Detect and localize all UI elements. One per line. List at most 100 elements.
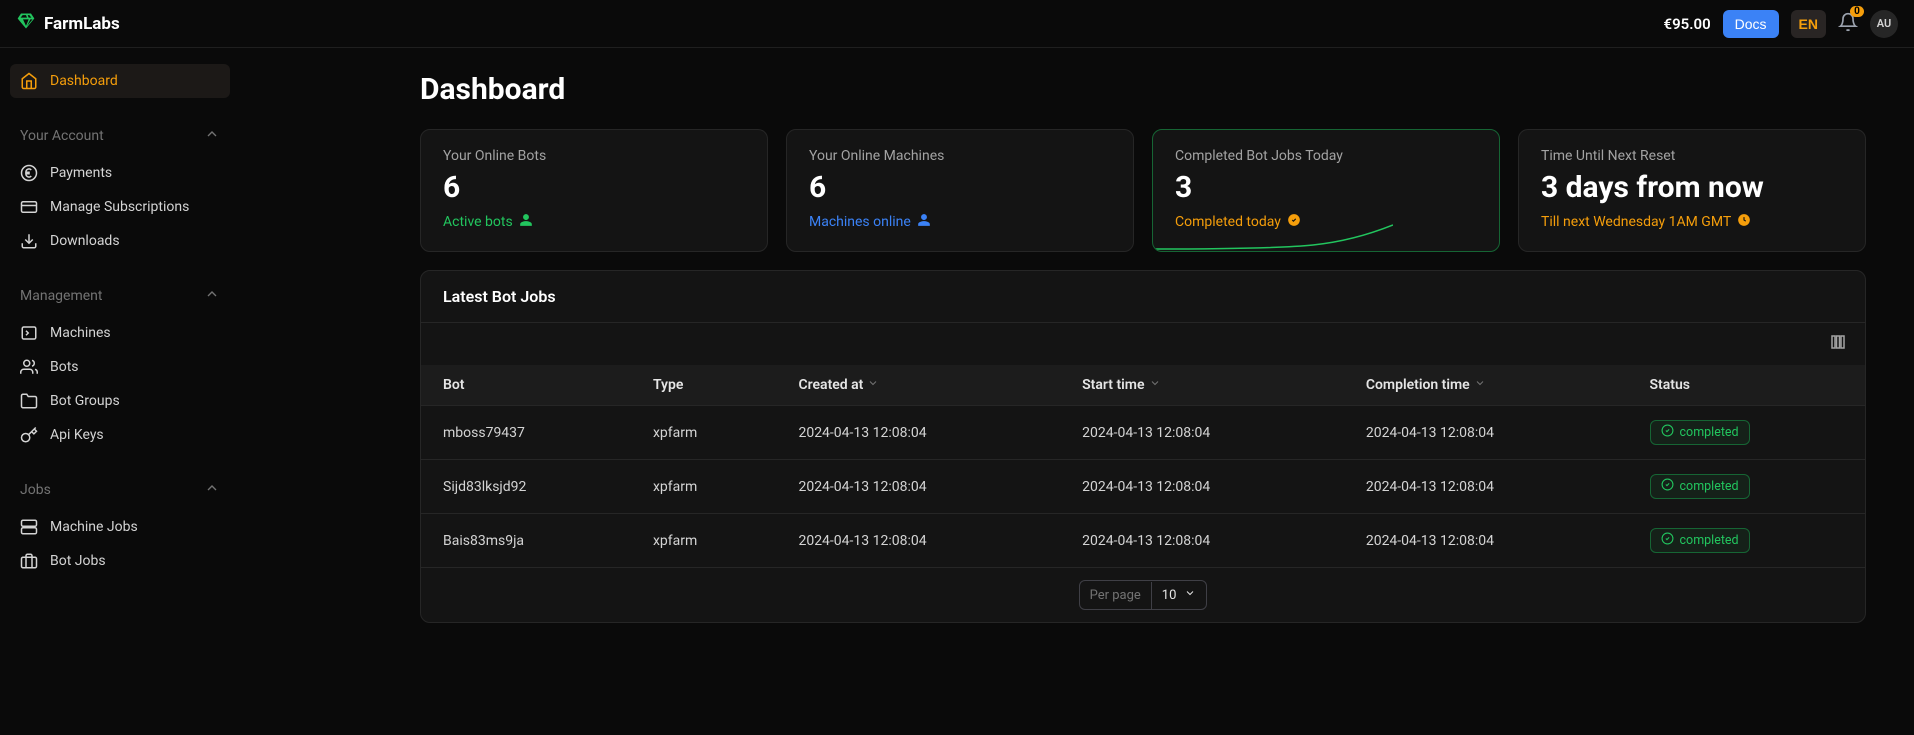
sidebar-item-bot-jobs[interactable]: Bot Jobs (10, 544, 230, 578)
sidebar-item-payments[interactable]: Payments (10, 156, 230, 190)
sidebar-item-label: Api Keys (50, 427, 104, 443)
sort-icon (1149, 377, 1161, 393)
cell-end: 2024-04-13 12:08:04 (1344, 406, 1628, 460)
sidebar-item-machines[interactable]: Machines (10, 316, 230, 350)
cell-type: xpfarm (631, 406, 777, 460)
stat-label: Time Until Next Reset (1541, 148, 1843, 164)
brand-label: FarmLabs (44, 14, 120, 34)
sidebar-item-machine-jobs[interactable]: Machine Jobs (10, 510, 230, 544)
sidebar-section-head-account[interactable]: Your Account (10, 120, 230, 152)
check-circle-icon (1661, 532, 1674, 549)
table-row: Bais83ms9jaxpfarm2024-04-13 12:08:042024… (421, 514, 1865, 568)
status-badge: completed (1650, 528, 1750, 553)
check-circle-icon (1661, 424, 1674, 441)
stat-card-completed-today: Completed Bot Jobs Today 3 Completed tod… (1152, 129, 1500, 252)
balance: €95.00 (1664, 15, 1711, 33)
col-type[interactable]: Type (631, 365, 777, 406)
table-row: mboss79437xpfarm2024-04-13 12:08:042024-… (421, 406, 1865, 460)
sidebar-item-label: Bot Jobs (50, 553, 106, 569)
cell-end: 2024-04-13 12:08:04 (1344, 460, 1628, 514)
cell-bot: mboss79437 (421, 406, 631, 460)
sidebar-section-label: Management (20, 288, 102, 304)
sidebar-item-label: Machine Jobs (50, 519, 138, 535)
col-status[interactable]: Status (1628, 365, 1865, 406)
check-circle-icon (1661, 478, 1674, 495)
avatar[interactable]: AU (1870, 10, 1898, 38)
stat-card-next-reset: Time Until Next Reset 3 days from now Ti… (1518, 129, 1866, 252)
status-text: completed (1680, 479, 1739, 494)
stat-sub-text: Completed today (1175, 214, 1281, 230)
card-icon (20, 198, 38, 216)
jobs-table: Bot Type Created at Start time Completio… (421, 365, 1865, 567)
pager: Per page 10 (421, 567, 1865, 622)
stat-value: 3 (1175, 170, 1477, 205)
cell-created: 2024-04-13 12:08:04 (776, 514, 1060, 568)
briefcase-icon (20, 552, 38, 570)
col-completion[interactable]: Completion time (1344, 365, 1628, 406)
cell-status: completed (1628, 406, 1865, 460)
stat-sub-text: Active bots (443, 214, 513, 230)
sidebar-item-label: Machines (50, 325, 111, 341)
col-created[interactable]: Created at (776, 365, 1060, 406)
pager-value: 10 (1162, 588, 1177, 603)
sidebar-section-head-jobs[interactable]: Jobs (10, 474, 230, 506)
sidebar-section-head-management[interactable]: Management (10, 280, 230, 312)
terminal-icon (20, 324, 38, 342)
diamond-icon (16, 11, 36, 36)
check-circle-icon (1287, 213, 1301, 231)
page-title: Dashboard (420, 72, 1866, 107)
clock-icon (1737, 213, 1751, 231)
notification-count-badge: 0 (1850, 6, 1864, 17)
sidebar-item-bots[interactable]: Bots (10, 350, 230, 384)
sidebar-item-label: Bot Groups (50, 393, 120, 409)
cell-status: completed (1628, 460, 1865, 514)
sidebar-item-api-keys[interactable]: Api Keys (10, 418, 230, 452)
cell-created: 2024-04-13 12:08:04 (776, 460, 1060, 514)
cell-end: 2024-04-13 12:08:04 (1344, 514, 1628, 568)
sidebar-section-jobs: Jobs Machine Jobs Bot Jobs (10, 474, 230, 578)
status-text: completed (1680, 533, 1739, 548)
col-bot[interactable]: Bot (421, 365, 631, 406)
stat-value: 6 (809, 170, 1111, 205)
language-button[interactable]: EN (1791, 10, 1826, 38)
stat-sub-text: Till next Wednesday 1AM GMT (1541, 214, 1731, 230)
stat-sub: Till next Wednesday 1AM GMT (1541, 213, 1843, 231)
cell-type: xpfarm (631, 460, 777, 514)
sidebar-section-account: Your Account Payments Manage Subscriptio… (10, 120, 230, 258)
sidebar-item-subscriptions[interactable]: Manage Subscriptions (10, 190, 230, 224)
panel-title: Latest Bot Jobs (421, 271, 1865, 323)
cell-bot: Sijd83lksjd92 (421, 460, 631, 514)
sort-icon (1474, 377, 1486, 393)
download-icon (20, 232, 38, 250)
columns-button[interactable] (1829, 333, 1847, 355)
user-icon (917, 213, 931, 231)
status-text: completed (1680, 425, 1739, 440)
stat-sub: Completed today (1175, 213, 1477, 231)
stats-row: Your Online Bots 6 Active bots Your Onli… (420, 129, 1866, 252)
notifications-button[interactable]: 0 (1838, 12, 1858, 36)
cell-type: xpfarm (631, 514, 777, 568)
pager-select[interactable]: 10 (1152, 581, 1207, 609)
sidebar: Dashboard Your Account Payments Manage S… (0, 48, 240, 647)
sidebar-item-bot-groups[interactable]: Bot Groups (10, 384, 230, 418)
brand[interactable]: FarmLabs (16, 11, 120, 36)
cell-status: completed (1628, 514, 1865, 568)
cell-created: 2024-04-13 12:08:04 (776, 406, 1060, 460)
stat-label: Your Online Bots (443, 148, 745, 164)
key-icon (20, 426, 38, 444)
sidebar-item-label: Manage Subscriptions (50, 199, 189, 215)
sidebar-item-downloads[interactable]: Downloads (10, 224, 230, 258)
stat-sub: Machines online (809, 213, 1111, 231)
users-icon (20, 358, 38, 376)
sidebar-item-dashboard[interactable]: Dashboard (10, 64, 230, 98)
stat-card-online-machines: Your Online Machines 6 Machines online (786, 129, 1134, 252)
cell-start: 2024-04-13 12:08:04 (1060, 406, 1344, 460)
header-right: €95.00 Docs EN 0 AU (1664, 10, 1898, 38)
docs-button[interactable]: Docs (1723, 10, 1779, 38)
stat-value: 3 days from now (1541, 170, 1843, 205)
sidebar-item-label: Dashboard (50, 73, 118, 89)
col-start[interactable]: Start time (1060, 365, 1344, 406)
chevron-down-icon (1184, 587, 1196, 603)
pager-label: Per page (1080, 582, 1152, 609)
header: FarmLabs €95.00 Docs EN 0 AU (0, 0, 1914, 48)
